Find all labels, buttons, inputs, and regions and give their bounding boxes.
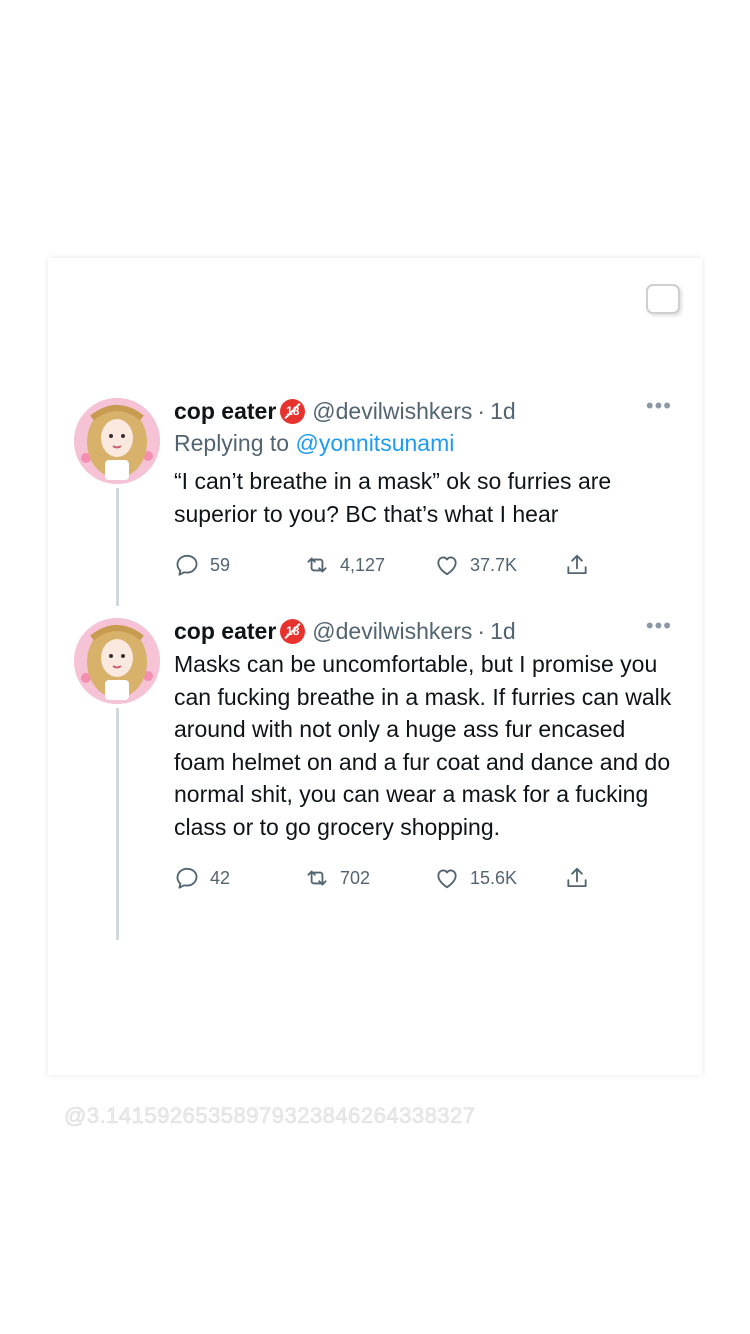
- retweet-count: 4,127: [340, 554, 386, 575]
- display-name[interactable]: cop eater: [174, 396, 276, 426]
- tweet-text: Masks can be uncomfortable, but I promis…: [174, 651, 672, 840]
- age-restriction-badge: 18: [280, 398, 306, 424]
- watermark-text: @3.14159265358979323846264338327: [64, 1103, 476, 1129]
- separator-dot: ·: [477, 618, 486, 644]
- avatar[interactable]: [74, 398, 160, 484]
- thread-line: [116, 708, 119, 940]
- tweet-header: cop eater 18 @devilwishkers · 1d: [174, 396, 672, 426]
- screenshot-card: cop eater 18 @devilwishkers · 1d ••• Rep…: [48, 258, 702, 1075]
- share-button[interactable]: [564, 865, 600, 891]
- more-options-icon[interactable]: •••: [646, 395, 672, 417]
- reply-icon: [176, 867, 198, 889]
- like-button[interactable]: 15.6K: [434, 865, 564, 891]
- like-count: 37.7K: [470, 554, 518, 575]
- retweet-button[interactable]: 4,127: [304, 552, 434, 578]
- retweet-count: 702: [340, 867, 371, 888]
- timestamp[interactable]: 1d: [490, 396, 516, 426]
- avatar[interactable]: [74, 618, 160, 704]
- tweet[interactable]: cop eater 18 @devilwishkers · 1d ••• Rep…: [174, 395, 672, 578]
- tweet-actions: 42 702 15.6K: [174, 865, 672, 891]
- tweet-text: “I can’t breathe in a mask” ok so furrie…: [174, 468, 612, 527]
- replying-to: Replying to @yonnitsunami: [174, 428, 672, 458]
- tweet[interactable]: cop eater 18 @devilwishkers · 1d ••• Mas…: [174, 615, 672, 891]
- reply-icon: [176, 554, 198, 576]
- like-button[interactable]: 37.7K: [434, 552, 564, 578]
- separator-dot: ·: [477, 398, 486, 424]
- reply-mention-link[interactable]: @yonnitsunami: [295, 430, 454, 456]
- replying-to-label: Replying to: [174, 430, 296, 456]
- timestamp[interactable]: 1d: [490, 616, 516, 646]
- user-handle[interactable]: @devilwishkers: [312, 616, 472, 646]
- display-name[interactable]: cop eater: [174, 616, 276, 646]
- avatar-illustration-icon: [74, 398, 160, 484]
- reply-button[interactable]: 59: [174, 552, 304, 578]
- more-options-icon[interactable]: •••: [646, 615, 672, 637]
- reply-count: 42: [210, 867, 231, 888]
- age-restriction-badge: 18: [280, 618, 306, 644]
- like-count: 15.6K: [470, 867, 518, 888]
- retweet-button[interactable]: 702: [304, 865, 434, 891]
- share-button[interactable]: [564, 552, 600, 578]
- heart-icon: [437, 556, 457, 576]
- thread-line: [116, 488, 119, 606]
- reply-button[interactable]: 42: [174, 865, 304, 891]
- share-icon: [567, 554, 587, 575]
- checkbox-icon[interactable]: [646, 284, 680, 314]
- reply-count: 59: [210, 554, 231, 575]
- avatar-illustration-icon: [74, 618, 160, 704]
- tweet-actions: 59 4,127 37.7K: [174, 552, 672, 578]
- tweet-header: cop eater 18 @devilwishkers · 1d: [174, 616, 672, 646]
- retweet-icon: [307, 870, 327, 886]
- share-icon: [567, 867, 587, 888]
- heart-icon: [437, 869, 457, 889]
- user-handle[interactable]: @devilwishkers: [312, 396, 472, 426]
- retweet-icon: [307, 557, 327, 573]
